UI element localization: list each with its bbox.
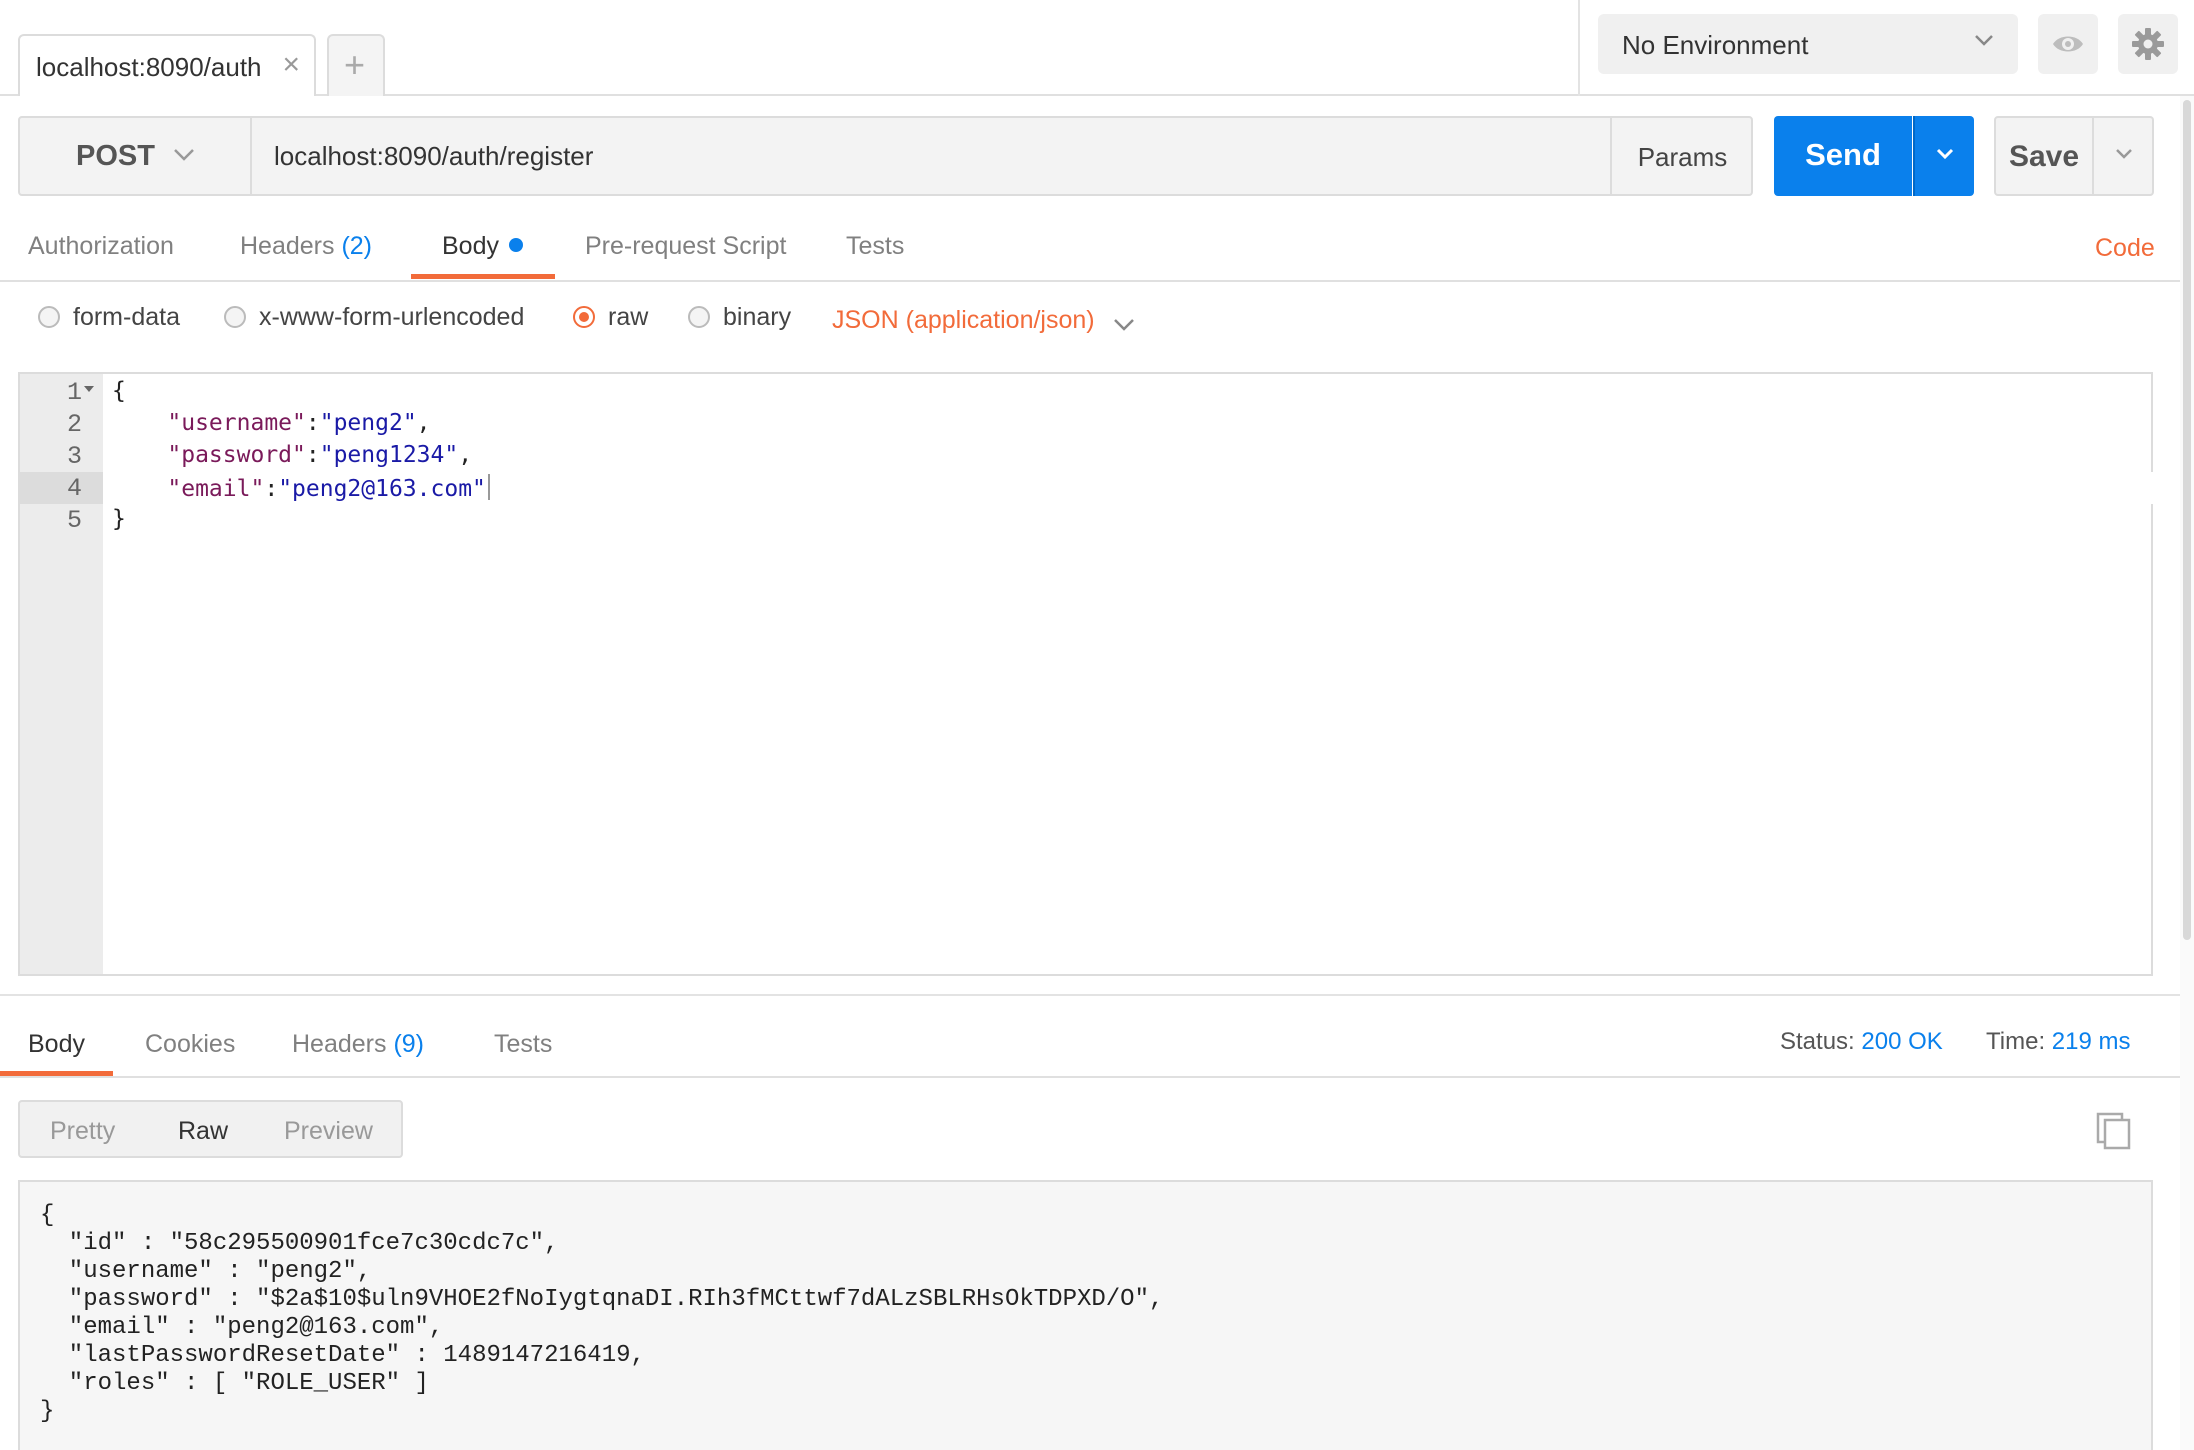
content-type-label: JSON (application/json) xyxy=(832,306,1095,334)
response-tabs: Body Cookies Headers (9) Tests Status: 2… xyxy=(0,1018,2180,1078)
response-body-text: { "id" : "58c295500901fce7c30cdc7c", "us… xyxy=(40,1202,1164,1425)
radio-button xyxy=(38,306,60,328)
status-label: Status: xyxy=(1780,1028,1855,1055)
code-line: "username":"peng2", xyxy=(167,410,431,436)
json-string: "peng2@163.com" xyxy=(278,476,486,502)
view-pretty-button[interactable]: Pretty xyxy=(50,1117,115,1146)
environment-label: No Environment xyxy=(1622,30,1809,60)
active-tab-indicator xyxy=(0,1071,113,1076)
method-label: POST xyxy=(76,140,155,172)
response-view-toggle: Pretty Raw Preview xyxy=(18,1100,403,1158)
time-readout: Time: 219 ms xyxy=(1986,1028,2130,1056)
line-number: 2 xyxy=(66,410,82,439)
fold-arrow-icon[interactable] xyxy=(84,386,94,392)
tab-body-label: Body xyxy=(442,232,499,260)
status-value: 200 OK xyxy=(1861,1028,1943,1055)
code-line: { xyxy=(112,378,126,404)
quick-look-button[interactable] xyxy=(2038,14,2098,74)
code-line: "email":"peng2@163.com" xyxy=(112,474,490,502)
radio-label: x-www-form-urlencoded xyxy=(259,303,525,331)
send-options-button[interactable] xyxy=(1913,116,1974,196)
scrollbar-thumb[interactable] xyxy=(2183,100,2191,940)
active-tab-indicator xyxy=(411,274,555,279)
plus-icon: + xyxy=(344,44,366,85)
request-body-editor[interactable]: 1 2 3 4 5 { "username":"peng2", "passwor… xyxy=(18,372,2153,976)
section-divider xyxy=(0,994,2180,996)
save-button[interactable]: Save xyxy=(1994,116,2094,196)
top-bar: localhost:8090/auth × + No Environment xyxy=(0,0,2194,96)
divider xyxy=(1578,0,1580,96)
tab-authorization[interactable]: Authorization xyxy=(28,232,174,261)
radio-label: binary xyxy=(723,303,792,331)
copy-icon[interactable] xyxy=(2094,1110,2134,1157)
line-number: 5 xyxy=(66,506,82,535)
response-tab-headers-count: (9) xyxy=(393,1030,425,1058)
chevron-down-icon xyxy=(168,138,200,175)
time-label: Time: xyxy=(1986,1028,2046,1055)
radio-label: raw xyxy=(608,303,649,331)
code-link[interactable]: Code xyxy=(2095,234,2155,263)
send-label: Send xyxy=(1805,137,1881,172)
json-string: "peng2" xyxy=(319,410,417,436)
radio-button xyxy=(688,306,710,328)
line-number-active: 4 xyxy=(20,472,103,504)
params-label: Params xyxy=(1637,142,1728,172)
request-bar: POST Params xyxy=(18,116,1753,196)
radio-button-selected xyxy=(573,306,595,328)
method-select[interactable]: POST xyxy=(20,118,252,194)
response-body-pane: { "id" : "58c295500901fce7c30cdc7c", "us… xyxy=(18,1180,2153,1450)
code-line: } xyxy=(112,506,126,532)
request-tab[interactable]: localhost:8090/auth × xyxy=(18,34,316,96)
tab-body[interactable]: Body xyxy=(442,232,523,261)
tab-headers[interactable]: Headers (2) xyxy=(240,232,372,261)
view-raw-button[interactable]: Raw xyxy=(178,1117,228,1146)
code-token: { xyxy=(112,378,126,404)
json-key: "email" xyxy=(167,476,265,502)
tab-headers-label: Headers xyxy=(240,232,335,260)
response-tab-body[interactable]: Body xyxy=(28,1030,85,1059)
code-token: } xyxy=(112,506,126,532)
save-label: Save xyxy=(2008,140,2080,173)
settings-button[interactable] xyxy=(2118,14,2178,74)
params-button[interactable]: Params xyxy=(1610,118,1751,194)
response-tab-tests[interactable]: Tests xyxy=(494,1030,552,1059)
response-tab-cookies[interactable]: Cookies xyxy=(145,1030,235,1059)
line-number: 3 xyxy=(66,442,82,471)
chevron-down-icon xyxy=(1114,319,1134,331)
line-number: 1 xyxy=(66,378,82,407)
tab-tests[interactable]: Tests xyxy=(846,232,904,261)
modified-dot-icon xyxy=(508,238,523,252)
json-key: "password" xyxy=(167,442,306,468)
content-type-select[interactable]: JSON (application/json) xyxy=(832,306,1134,335)
json-key: "username" xyxy=(167,410,306,436)
radio-label: form-data xyxy=(73,303,180,331)
save-options-button[interactable] xyxy=(2094,116,2154,196)
send-button[interactable]: Send xyxy=(1774,116,1912,196)
request-tabs: Authorization Headers (2) Body Pre-reque… xyxy=(0,220,2180,282)
environment-select[interactable]: No Environment xyxy=(1598,14,2018,74)
chevron-down-icon xyxy=(1970,26,1998,59)
response-tab-headers[interactable]: Headers (9) xyxy=(292,1030,424,1059)
text-caret xyxy=(487,474,490,500)
radio-button xyxy=(224,306,246,328)
response-tab-headers-label: Headers xyxy=(292,1030,387,1058)
tab-pre-request-script[interactable]: Pre-request Script xyxy=(585,232,786,261)
close-icon[interactable]: × xyxy=(282,48,300,82)
new-tab-button[interactable]: + xyxy=(327,34,385,96)
code-line: "password":"peng1234", xyxy=(167,442,473,468)
tab-headers-count: (2) xyxy=(341,232,373,260)
request-tab-label: localhost:8090/auth xyxy=(36,52,262,82)
status-readout: Status: 200 OK xyxy=(1780,1028,1943,1056)
time-value: 219 ms xyxy=(2051,1028,2131,1055)
view-preview-button[interactable]: Preview xyxy=(284,1117,373,1146)
url-input[interactable] xyxy=(252,118,1610,194)
json-string: "peng1234" xyxy=(319,442,459,468)
